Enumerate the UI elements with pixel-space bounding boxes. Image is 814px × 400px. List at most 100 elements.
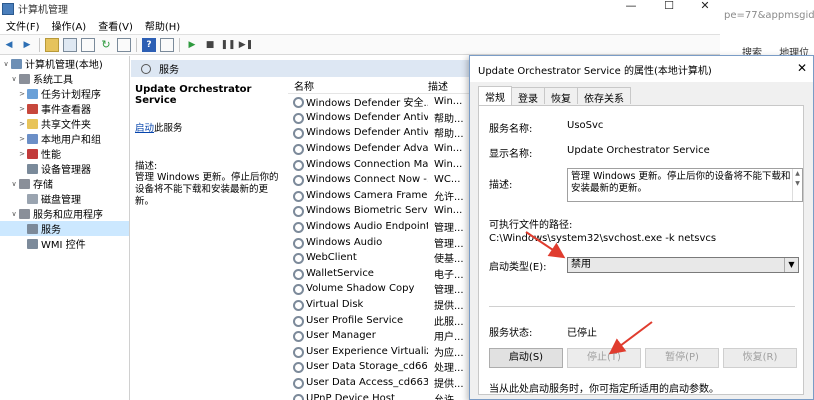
menu-view[interactable]: 查看(V) — [92, 18, 139, 33]
tree-node[interactable]: ∨ 计算机管理(本地) — [0, 56, 129, 71]
description-scrollbar[interactable]: ▲ ▼ — [792, 169, 802, 201]
tree-node-label: 磁盘管理 — [41, 195, 81, 206]
expander-chevron-icon[interactable]: > — [18, 135, 26, 143]
description-field-label: 描述: — [489, 180, 513, 191]
tree-node[interactable]: > 共享文件夹 — [0, 116, 129, 131]
pause-service-icon[interactable]: ❚❚ — [220, 38, 235, 52]
service-name-cell: User Profile Service — [306, 314, 404, 326]
startup-type-select[interactable]: 禁用 ▼ — [567, 257, 799, 273]
stop-button[interactable]: 停止(T) — [567, 348, 641, 368]
tab-logon[interactable]: 登录 — [511, 87, 545, 105]
expander-chevron-icon[interactable]: > — [18, 150, 26, 158]
table-row[interactable]: UPnP Device Host 允许... — [288, 390, 470, 400]
tree-node[interactable]: > 性能 — [0, 146, 129, 161]
tree-node[interactable]: ∨ 系统工具 — [0, 71, 129, 86]
expander-chevron-icon[interactable]: > — [18, 120, 26, 128]
tree-node[interactable]: > 事件查看器 — [0, 101, 129, 116]
help-icon[interactable]: ? — [142, 37, 156, 52]
service-name-cell: Windows Audio — [306, 236, 383, 248]
table-row[interactable]: WebClient 使基... — [288, 250, 470, 266]
service-desc-cell: 处理... — [434, 363, 464, 375]
service-gear-icon — [292, 143, 304, 156]
service-gear-icon — [292, 205, 304, 218]
services-pane-header: 服务 — [131, 60, 471, 77]
tree-node-label: 事件查看器 — [41, 105, 91, 116]
restart-service-icon[interactable]: ▶❚ — [239, 38, 253, 52]
table-row[interactable]: WalletService 电子... — [288, 266, 470, 282]
menu-help[interactable]: 帮助(H) — [139, 18, 186, 33]
tree-node-icon — [19, 178, 30, 189]
column-header-name[interactable]: 名称 — [288, 78, 424, 93]
table-row[interactable]: Windows Connection Ma... Win... — [288, 156, 470, 172]
export-list-icon[interactable] — [117, 37, 131, 52]
table-row[interactable]: Windows Defender 安全... Win... — [288, 94, 470, 110]
tree-node-label: WMI 控件 — [41, 240, 86, 251]
tree-node-label: 本地用户和组 — [41, 135, 101, 146]
tree-node-icon — [27, 223, 38, 234]
menu-file[interactable]: 文件(F) — [0, 18, 46, 33]
service-desc-cell: 电子... — [434, 269, 464, 281]
expander-chevron-icon[interactable]: ∨ — [10, 210, 18, 218]
refresh-icon[interactable]: ↻ — [99, 38, 113, 52]
table-row[interactable]: Windows Defender Adva... Win... — [288, 141, 470, 157]
table-row[interactable]: User Data Storage_cd663 处理... — [288, 359, 470, 375]
forward-arrow-icon[interactable]: ▶ — [20, 38, 34, 52]
table-row[interactable]: Windows Defender Antivi... 帮助... — [288, 125, 470, 141]
properties-icon[interactable] — [81, 37, 95, 52]
tree-node[interactable]: WMI 控件 — [0, 236, 129, 251]
tree-node-label: 计算机管理(本地) — [25, 60, 103, 71]
minimize-button[interactable]: — — [614, 0, 648, 14]
service-desc-cell: 为应... — [434, 347, 464, 359]
tree-node[interactable]: ∨ 存储 — [0, 176, 129, 191]
background-browser: pe=77&appmsgid= 搜索 地理位 — [720, 0, 814, 60]
tree-node[interactable]: > 本地用户和组 — [0, 131, 129, 146]
table-row[interactable]: Volume Shadow Copy 管理... — [288, 281, 470, 297]
back-arrow-icon[interactable]: ◀ — [2, 38, 16, 52]
table-row[interactable]: Windows Audio 管理... — [288, 234, 470, 250]
description-text: 管理 Windows 更新。停止后你的设备将不能下载和安装最新的更新。 — [135, 172, 279, 207]
tree-node[interactable]: > 任务计划程序 — [0, 86, 129, 101]
maximize-button[interactable]: ☐ — [652, 0, 686, 14]
tree-node[interactable]: 磁盘管理 — [0, 191, 129, 206]
tree-node[interactable]: 服务 — [0, 221, 129, 236]
table-row[interactable]: Windows Camera Frame ... 允许... — [288, 188, 470, 204]
menu-action[interactable]: 操作(A) — [46, 18, 93, 33]
table-row[interactable]: Windows Audio Endpoint... 管理... — [288, 219, 470, 235]
column-header-desc[interactable]: 描述 — [424, 78, 448, 93]
table-row[interactable]: User Data Access_cd663 提供... — [288, 375, 470, 391]
description-textbox[interactable]: 管理 Windows 更新。停止后你的设备将不能下载和安装最新的更新。 ▲ ▼ — [567, 168, 803, 202]
tree-node[interactable]: 设备管理器 — [0, 161, 129, 176]
tab-general[interactable]: 常规 — [478, 86, 512, 105]
pause-button[interactable]: 暂停(P) — [645, 348, 719, 368]
close-button[interactable]: ✕ — [688, 0, 722, 14]
table-row[interactable]: User Experience Virtualiz... 为应... — [288, 344, 470, 360]
expander-chevron-icon[interactable]: ∨ — [10, 75, 18, 83]
expander-chevron-icon[interactable]: > — [18, 90, 26, 98]
action-pane-icon[interactable] — [160, 37, 174, 52]
table-row[interactable]: Virtual Disk 提供... — [288, 297, 470, 313]
start-service-icon[interactable]: ▶ — [185, 38, 199, 52]
start-button[interactable]: 启动(S) — [489, 348, 563, 368]
show-tree-icon[interactable] — [63, 37, 77, 52]
folder-up-icon[interactable] — [45, 37, 59, 52]
table-row[interactable]: Windows Connect Now -... WC... — [288, 172, 470, 188]
service-name-cell: User Manager — [306, 330, 376, 342]
resume-button[interactable]: 恢复(R) — [723, 348, 797, 368]
tab-recovery[interactable]: 恢复 — [544, 87, 578, 105]
expander-chevron-icon[interactable]: ∨ — [10, 180, 18, 188]
expander-chevron-icon[interactable]: > — [18, 105, 26, 113]
start-service-link[interactable]: 启动 — [135, 123, 154, 134]
services-list: 名称 描述 Windows Defender 安全... Win... Window… — [288, 78, 470, 400]
expander-chevron-icon[interactable]: ∨ — [2, 60, 10, 68]
tab-dependencies[interactable]: 依存关系 — [577, 87, 631, 105]
table-row[interactable]: User Profile Service 此服... — [288, 312, 470, 328]
table-row[interactable]: Windows Defender Antivi... 帮助... — [288, 110, 470, 126]
tree-node[interactable]: ∨ 服务和应用程序 — [0, 206, 129, 221]
table-row[interactable]: Windows Biometric Servi... Win... — [288, 203, 470, 219]
service-name-cell: User Data Access_cd663 — [306, 376, 428, 388]
stop-service-icon[interactable]: ■ — [203, 38, 217, 52]
toolbar-divider — [136, 37, 137, 52]
service-gear-icon — [292, 237, 304, 249]
table-row[interactable]: User Manager 用户... — [288, 328, 470, 344]
dialog-close-icon[interactable]: ✕ — [797, 61, 807, 75]
